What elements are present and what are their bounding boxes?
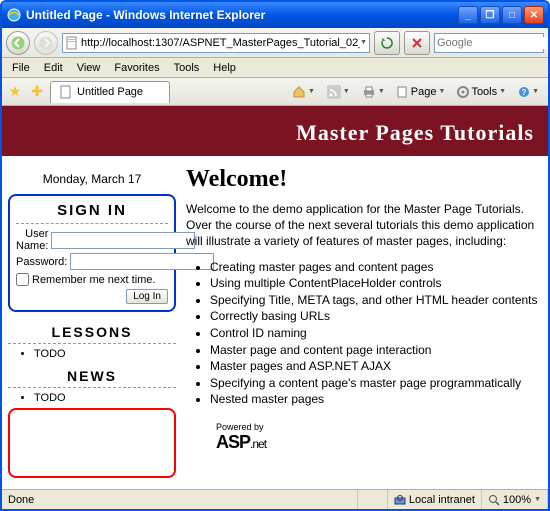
tab-page-icon — [59, 85, 73, 99]
zoom-icon — [488, 494, 500, 506]
print-button[interactable]: ▼ — [357, 82, 390, 102]
login-button[interactable]: Log In — [126, 289, 168, 304]
remember-label: Remember me next time. — [32, 274, 155, 286]
status-text: Done — [2, 490, 358, 509]
menu-favorites[interactable]: Favorites — [108, 60, 165, 76]
zoom-control[interactable]: 100% ▼ — [482, 490, 548, 509]
list-item: Using multiple ContentPlaceHolder contro… — [210, 276, 538, 292]
menu-edit[interactable]: Edit — [38, 60, 69, 76]
maximize-button[interactable]: □ — [502, 6, 522, 24]
address-bar[interactable]: ▼ — [62, 33, 370, 53]
back-button[interactable] — [6, 31, 30, 55]
home-button[interactable]: ▼ — [287, 82, 320, 102]
svg-text:?: ? — [522, 88, 527, 97]
window-title: Untitled Page - Windows Internet Explore… — [26, 8, 458, 22]
menu-help[interactable]: Help — [207, 60, 242, 76]
list-item: Specifying Title, META tags, and other H… — [210, 293, 538, 309]
page-heading: Welcome! — [186, 166, 538, 193]
list-item: TODO — [34, 348, 176, 360]
highlight-panel — [8, 408, 176, 478]
search-input[interactable] — [437, 37, 550, 49]
stop-button[interactable] — [404, 31, 430, 55]
date-display: Monday, March 17 — [8, 166, 176, 194]
banner-title: Master Pages Tutorials — [296, 120, 534, 145]
titlebar: Untitled Page - Windows Internet Explore… — [2, 2, 548, 28]
list-item: Nested master pages — [210, 392, 538, 408]
statusbar: Done Local intranet 100% ▼ — [2, 489, 548, 509]
list-item: Specifying a content page's master page … — [210, 376, 538, 392]
aspnet-logo: ASP.net — [216, 432, 266, 452]
list-item: TODO — [34, 392, 176, 404]
tab-label: Untitled Page — [77, 86, 143, 98]
signin-panel: SIGN IN User Name: Password: Remember me… — [8, 194, 176, 312]
browser-window: Untitled Page - Windows Internet Explore… — [0, 0, 550, 511]
left-column: Monday, March 17 SIGN IN User Name: Pass… — [8, 166, 176, 488]
intro-paragraph: Welcome to the demo application for the … — [186, 201, 538, 250]
main-column: Welcome! Welcome to the demo application… — [186, 166, 538, 488]
search-bar[interactable]: ▼ — [434, 33, 544, 53]
menu-file[interactable]: File — [6, 60, 36, 76]
address-input[interactable] — [81, 37, 360, 49]
status-spacer — [358, 490, 388, 509]
lessons-heading: LESSONS — [8, 322, 176, 344]
address-dropdown-icon[interactable]: ▼ — [360, 39, 367, 46]
tools-menu-button[interactable]: Tools▼ — [452, 82, 511, 102]
password-label: Password: — [16, 256, 70, 268]
navbar: ▼ ▼ — [2, 28, 548, 58]
list-item: Master pages and ASP.NET AJAX — [210, 359, 538, 375]
zone-icon — [394, 494, 406, 506]
menu-tools[interactable]: Tools — [168, 60, 206, 76]
minimize-button[interactable]: _ — [458, 6, 478, 24]
news-heading: NEWS — [8, 366, 176, 388]
restore-button[interactable]: ❐ — [480, 6, 500, 24]
page-menu-button[interactable]: Page▼ — [392, 82, 451, 102]
forward-button[interactable] — [34, 31, 58, 55]
window-controls: _ ❐ □ ✕ — [458, 6, 544, 24]
menu-view[interactable]: View — [71, 60, 107, 76]
favorites-add-icon[interactable]: ✚ — [28, 83, 46, 101]
signin-heading: SIGN IN — [16, 200, 168, 224]
lessons-list: TODO — [8, 348, 176, 360]
tabbar: ★ ✚ Untitled Page ▼ ▼ ▼ Page▼ Tools▼ — [2, 78, 548, 106]
security-zone: Local intranet — [388, 490, 482, 509]
close-button[interactable]: ✕ — [524, 6, 544, 24]
page-icon — [65, 36, 79, 50]
site-banner: Master Pages Tutorials — [2, 106, 548, 160]
feeds-button[interactable]: ▼ — [322, 82, 355, 102]
list-item: Creating master pages and content pages — [210, 260, 538, 276]
powered-by: Powered by ASP.net — [186, 422, 538, 453]
list-item: Correctly basing URLs — [210, 309, 538, 325]
content-viewport[interactable]: Master Pages Tutorials Monday, March 17 … — [2, 106, 548, 489]
feature-list: Creating master pages and content pages … — [186, 260, 538, 408]
refresh-button[interactable] — [374, 31, 400, 55]
browser-tab[interactable]: Untitled Page — [50, 81, 170, 103]
ie-icon — [6, 7, 22, 23]
menubar: File Edit View Favorites Tools Help — [2, 58, 548, 78]
list-item: Master page and content page interaction — [210, 343, 538, 359]
list-item: Control ID naming — [210, 326, 538, 342]
remember-checkbox[interactable] — [16, 273, 29, 286]
favorites-star-icon[interactable]: ★ — [6, 83, 24, 101]
username-label: User Name: — [16, 228, 51, 252]
news-list: TODO — [8, 392, 176, 404]
powered-label: Powered by — [216, 422, 538, 432]
help-button[interactable]: ?▼ — [513, 82, 544, 102]
username-input[interactable] — [51, 232, 195, 249]
